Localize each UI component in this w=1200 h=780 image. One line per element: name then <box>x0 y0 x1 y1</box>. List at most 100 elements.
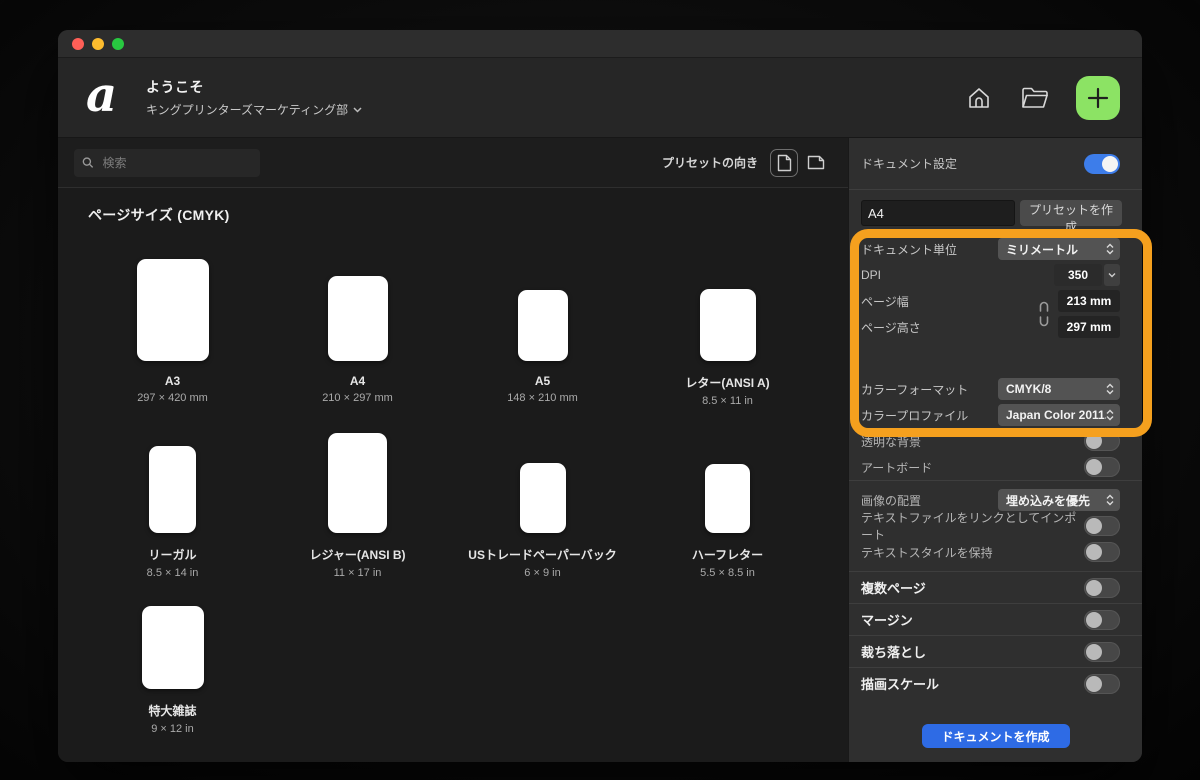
preset-card[interactable]: レター(ANSI A)8.5 × 11 in <box>635 247 820 407</box>
close-window-button[interactable] <box>72 38 84 50</box>
page-height-input[interactable]: 297 mm <box>1058 316 1120 338</box>
preset-card[interactable]: USトレードペーパーバック6 × 9 in <box>450 433 635 579</box>
preset-name: ハーフレター <box>692 546 763 563</box>
link-dimensions-icon[interactable] <box>1037 298 1051 330</box>
page-thumbnail <box>518 290 568 361</box>
preset-grid: A3 297 × 420 mm A4210 × 297 mmA5148 × 210 … <box>80 247 848 735</box>
search-icon <box>82 156 94 169</box>
page-thumbnail <box>700 289 756 361</box>
page-thumbnail-area <box>265 247 450 361</box>
document-settings-toggle[interactable] <box>1084 154 1120 174</box>
transparent-bg-toggle[interactable] <box>1084 431 1120 451</box>
minimize-window-button[interactable] <box>92 38 104 50</box>
page-thumbnail <box>328 276 388 361</box>
page-thumbnail <box>520 463 566 533</box>
create-preset-button[interactable]: プリセットを作成 <box>1020 200 1122 226</box>
folder-icon[interactable] <box>1020 83 1050 113</box>
draw-scale-toggle[interactable] <box>1084 674 1120 694</box>
preset-list-area: ページサイズ (CMYK) A3 297 × 420 mm A4210 × 297 … <box>58 188 848 762</box>
settings-toggle-label: ドキュメント設定 <box>861 155 1084 172</box>
page-thumbnail <box>149 446 196 533</box>
image-placement-label: 画像の配置 <box>861 492 998 509</box>
preset-dimensions: 297 × 420 mm <box>137 392 208 404</box>
preset-name: USトレードペーパーバック <box>468 546 616 563</box>
color-profile-label: カラープロファイル <box>861 407 998 424</box>
page-title: ようこそ <box>146 77 362 97</box>
page-thumbnail-area <box>80 433 265 533</box>
preset-dimensions: 11 × 17 in <box>334 567 382 579</box>
preset-name: リーガル <box>148 546 196 563</box>
orientation-portrait-button[interactable] <box>770 149 798 177</box>
landscape-page-icon <box>807 155 825 170</box>
orientation-label: プリセットの向き <box>662 154 758 171</box>
artboard-label: アートボード <box>861 459 1084 476</box>
preset-card[interactable]: リーガル8.5 × 14 in <box>80 433 265 579</box>
preset-name: 特大雑誌 <box>148 702 196 719</box>
plus-icon <box>1087 87 1109 109</box>
page-thumbnail-area <box>635 247 820 361</box>
preset-card[interactable]: A3 297 × 420 mm <box>80 247 265 407</box>
keep-text-styles-toggle[interactable] <box>1084 542 1120 562</box>
bleed-toggle[interactable] <box>1084 642 1120 662</box>
preset-name-input[interactable] <box>861 200 1015 226</box>
page-height-label: ページ高さ <box>861 319 1058 336</box>
search-input[interactable] <box>101 155 252 171</box>
page-width-label: ページ幅 <box>861 293 1058 310</box>
page-thumbnail <box>705 464 750 533</box>
create-document-button[interactable]: ドキュメントを作成 <box>922 724 1070 748</box>
preset-dimensions: 5.5 × 8.5 in <box>700 567 755 579</box>
chevron-down-icon <box>1104 264 1120 286</box>
margins-section-label: マージン <box>861 610 1084 629</box>
import-text-link-toggle[interactable] <box>1084 516 1120 536</box>
page-thumbnail <box>137 259 209 361</box>
preset-card[interactable]: 特大雑誌 9 × 12 in <box>80 601 265 735</box>
dpi-label: DPI <box>861 268 1054 282</box>
unit-dropdown[interactable]: ミリメートル <box>998 238 1120 260</box>
titlebar <box>58 30 1142 58</box>
updown-chevron-icon <box>1106 243 1114 255</box>
orientation-landscape-button[interactable] <box>802 149 830 177</box>
preset-dimensions: 210 × 297 mm <box>322 392 393 404</box>
preset-dimensions: 148 × 210 mm <box>507 392 578 404</box>
updown-chevron-icon <box>1106 409 1114 421</box>
search-box[interactable] <box>74 149 260 177</box>
image-placement-dropdown[interactable]: 埋め込みを優先 <box>998 489 1120 511</box>
portrait-page-icon <box>777 154 792 172</box>
chevron-down-icon <box>353 107 362 113</box>
multi-page-toggle[interactable] <box>1084 578 1120 598</box>
multi-page-section-label: 複数ページ <box>861 578 1084 597</box>
preset-card[interactable]: ハーフレター 5.5 × 8.5 in <box>635 433 820 579</box>
preset-card[interactable]: A5148 × 210 mm <box>450 247 635 407</box>
section-title: ページサイズ (CMYK) <box>80 205 848 225</box>
dpi-combo[interactable]: 350 <box>1054 264 1120 286</box>
affinity-logo-icon: a <box>86 75 128 121</box>
zoom-window-button[interactable] <box>112 38 124 50</box>
import-text-link-label: テキストファイルをリンクとしてインポート <box>861 509 1084 543</box>
page-thumbnail-area <box>450 433 635 533</box>
keep-text-styles-label: テキストスタイルを保持 <box>861 544 1084 561</box>
color-format-dropdown[interactable]: CMYK/8 <box>998 378 1120 400</box>
account-name: キングプリンターズマーケティング部 <box>146 101 348 118</box>
preset-card[interactable]: レジャー(ANSI B) 11 × 17 in <box>265 433 450 579</box>
artboard-toggle[interactable] <box>1084 457 1120 477</box>
new-document-button[interactable] <box>1076 76 1120 120</box>
preset-dimensions: 9 × 12 in <box>151 723 194 735</box>
preset-dimensions: 8.5 × 11 in <box>702 395 753 407</box>
page-thumbnail-area <box>265 433 450 533</box>
transparent-bg-label: 透明な背景 <box>861 433 1084 450</box>
updown-chevron-icon <box>1106 494 1114 506</box>
page-width-input[interactable]: 213 mm <box>1058 290 1120 312</box>
margins-toggle[interactable] <box>1084 610 1120 630</box>
app-window: a ようこそ キングプリンターズマーケティング部 <box>58 30 1142 762</box>
account-selector[interactable]: キングプリンターズマーケティング部 <box>146 101 362 118</box>
preset-name: レジャー(ANSI B) <box>309 546 405 563</box>
home-icon[interactable] <box>964 83 994 113</box>
preset-name: A3 <box>165 374 180 388</box>
page-thumbnail-area <box>80 247 265 361</box>
page-thumbnail <box>142 606 204 689</box>
page-thumbnail <box>328 433 387 533</box>
page-thumbnail-area <box>80 601 265 689</box>
color-profile-dropdown[interactable]: Japan Color 2011... <box>998 404 1120 426</box>
preset-browser: プリセットの向き ページサイズ (CMYK) A3 297 × 420 mm A42… <box>58 138 848 762</box>
preset-card[interactable]: A4210 × 297 mm <box>265 247 450 407</box>
